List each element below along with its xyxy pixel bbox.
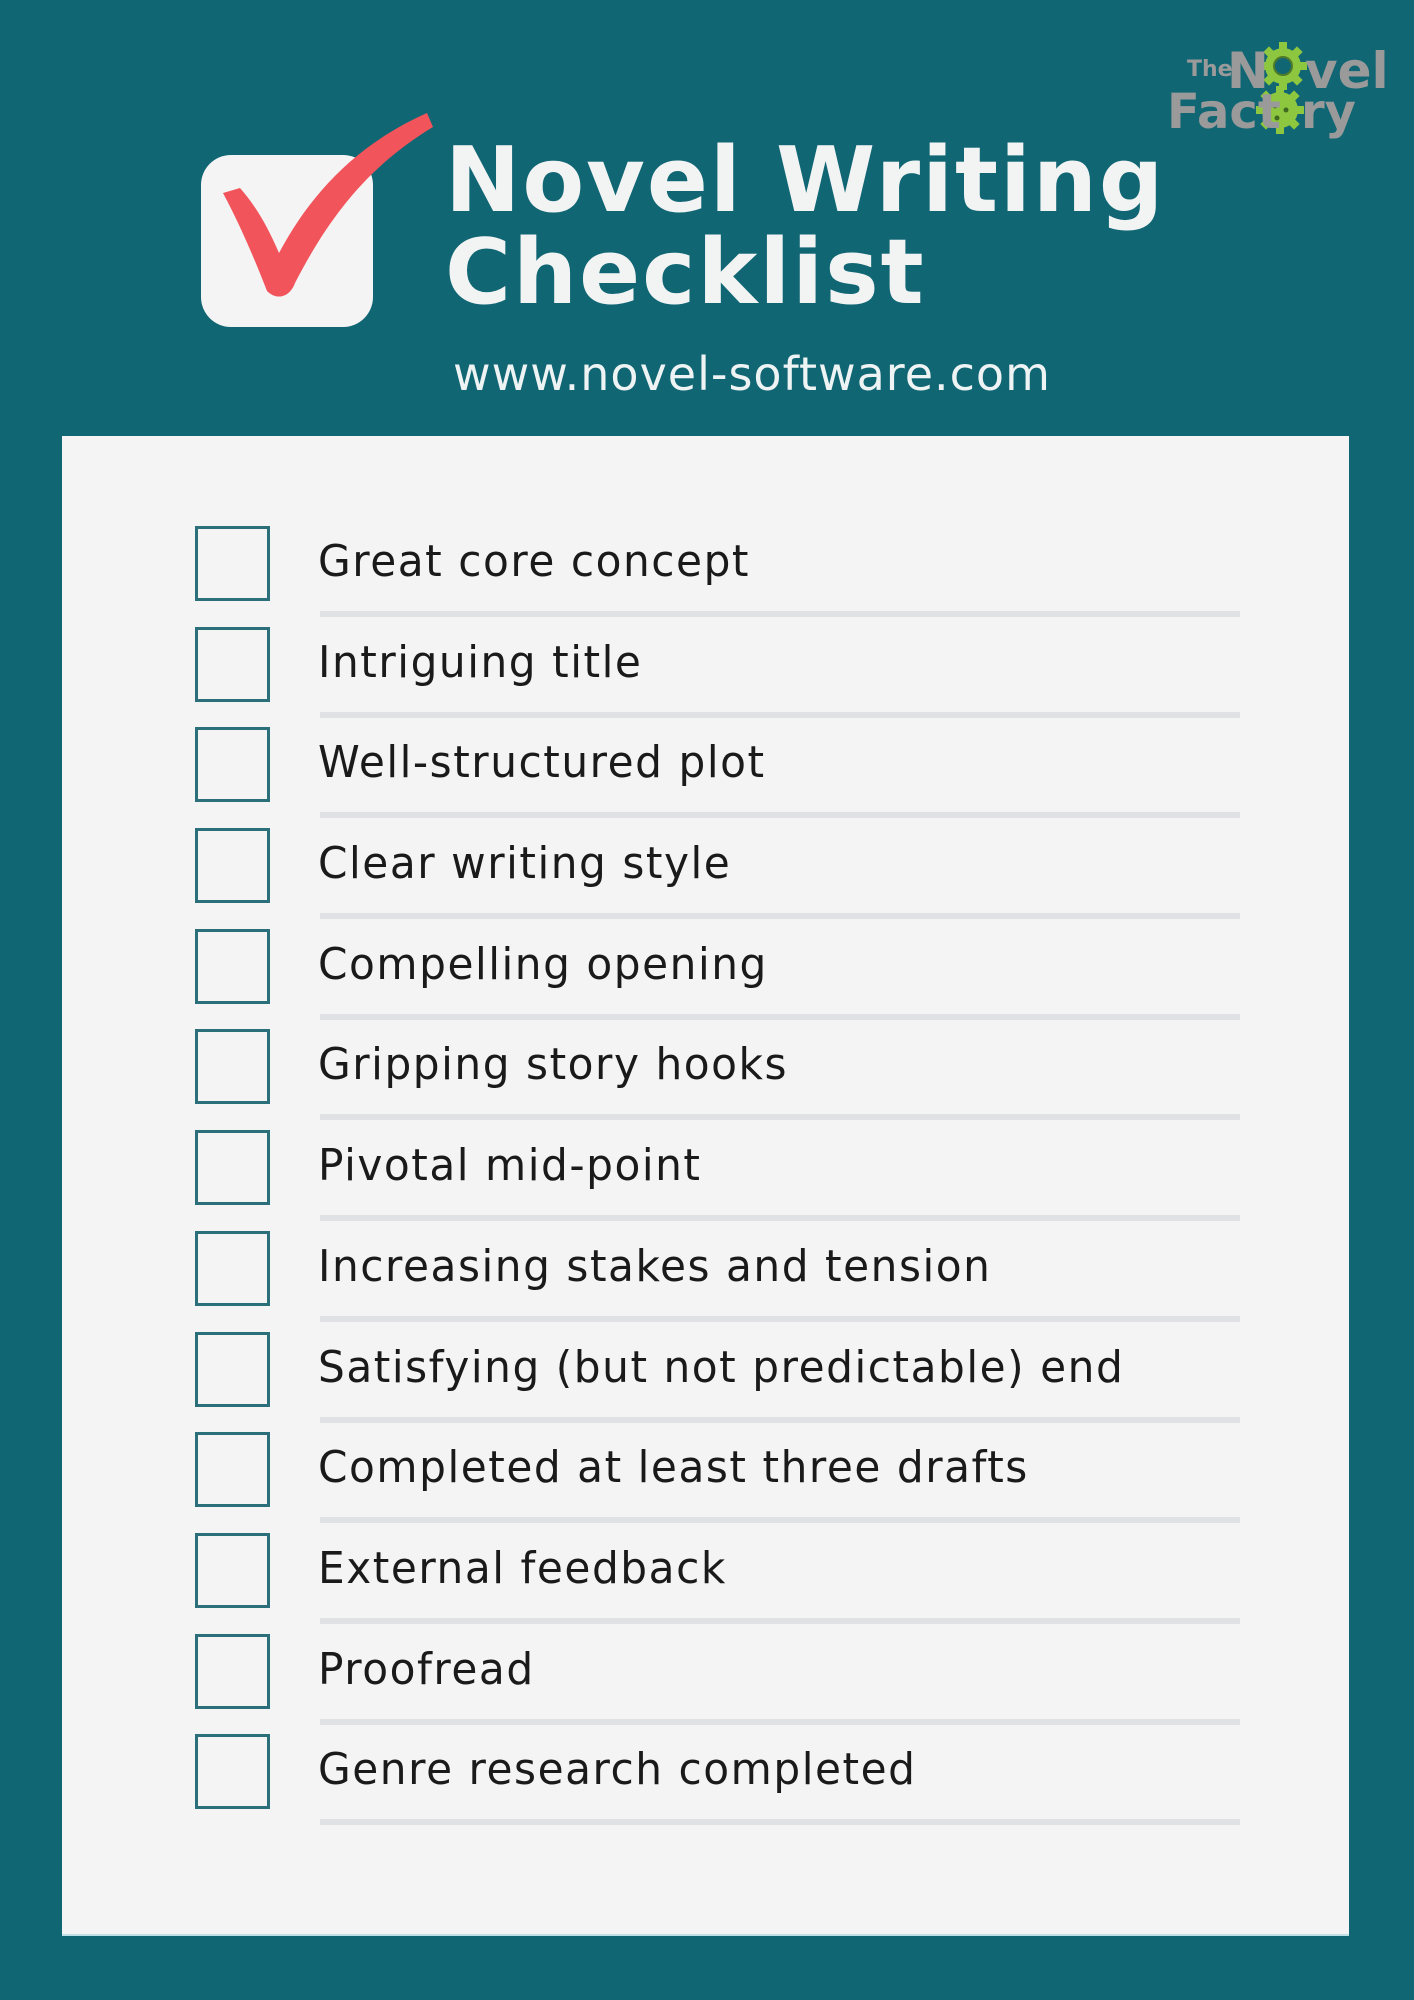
logo-the: The xyxy=(1187,57,1233,82)
divider xyxy=(320,711,1240,718)
divider xyxy=(320,1416,1240,1423)
checklist-item: Pivotal mid-point xyxy=(62,1130,1349,1231)
divider xyxy=(320,1517,1240,1524)
divider xyxy=(320,1114,1240,1121)
checkbox[interactable] xyxy=(195,1432,270,1508)
logo-graphic: The N vel Fact ry xyxy=(1167,42,1389,140)
checklist-item-label: Gripping story hooks xyxy=(318,1039,789,1091)
checklist-item-label: Satisfying (but not predictable) end xyxy=(318,1341,1125,1393)
checklist-item-label: Clear writing style xyxy=(318,838,732,890)
checklist-item-label: Genre research completed xyxy=(318,1744,917,1796)
checkbox[interactable] xyxy=(195,727,270,803)
checklist-item-label: Compelling opening xyxy=(318,938,768,990)
title-line-1: Novel Writing xyxy=(445,128,1166,233)
checklist-item-label: Increasing stakes and tension xyxy=(318,1240,992,1292)
divider xyxy=(320,611,1240,617)
checkbox[interactable] xyxy=(195,1331,270,1407)
checklist-item: Intriguing title xyxy=(62,626,1349,728)
page-title: Novel Writing Checklist xyxy=(445,135,1165,319)
website-url[interactable]: www.novel-software.com xyxy=(453,347,1051,401)
checkbox[interactable] xyxy=(195,1130,270,1206)
checkbox[interactable] xyxy=(195,626,270,702)
checkbox[interactable] xyxy=(195,1532,270,1608)
divider xyxy=(320,812,1240,819)
checkbox[interactable] xyxy=(195,1734,270,1810)
checklist-item: Great core concept xyxy=(62,526,1349,627)
divider xyxy=(320,1315,1240,1322)
checkbox[interactable] xyxy=(195,828,270,904)
checklist-item-label: Intriguing title xyxy=(318,636,643,688)
divider xyxy=(320,1215,1240,1222)
checklist-item-label: Completed at least three drafts xyxy=(318,1442,1029,1494)
checklist-item: Completed at least three drafts xyxy=(62,1432,1349,1533)
checklist-item: Compelling opening xyxy=(62,928,1349,1030)
checklist-item-label: Well-structured plot xyxy=(318,737,766,789)
divider xyxy=(320,1617,1240,1624)
checklist-item: Increasing stakes and tension xyxy=(62,1230,1349,1332)
checklist-item: Well-structured plot xyxy=(62,727,1349,828)
logo-fact: Fact xyxy=(1167,84,1281,140)
checklist-item-label: External feedback xyxy=(318,1542,727,1594)
checkbox[interactable] xyxy=(195,526,270,601)
divider xyxy=(320,1819,1240,1826)
checklist-item: Clear writing style xyxy=(62,828,1349,929)
checkbox[interactable] xyxy=(195,928,270,1004)
the-novel-factory-logo: The N vel Fact ry xyxy=(1165,30,1389,140)
checklist-item-label: Great core concept xyxy=(318,536,751,587)
checklist-item: Satisfying (but not predictable) end xyxy=(62,1331,1349,1433)
checklist-item: Genre research completed xyxy=(62,1734,1349,1835)
title-line-2: Checklist xyxy=(445,220,926,325)
checkbox[interactable] xyxy=(195,1230,270,1306)
divider xyxy=(320,1718,1240,1725)
checklist-item-label: Proofread xyxy=(318,1643,535,1695)
divider xyxy=(320,913,1240,920)
logo-ry: ry xyxy=(1301,84,1356,140)
divider xyxy=(320,1013,1240,1020)
checkbox[interactable] xyxy=(195,1029,270,1105)
checklist-item: Gripping story hooks xyxy=(62,1029,1349,1130)
checklist-item-label: Pivotal mid-point xyxy=(318,1140,702,1192)
checklist-item: Proofread xyxy=(62,1633,1349,1735)
checklist: Great core concept Intriguing title Well… xyxy=(62,526,1349,1835)
checklist-card: Great core concept Intriguing title Well… xyxy=(62,436,1349,1936)
checkbox-checked-icon xyxy=(195,105,435,345)
checkbox[interactable] xyxy=(195,1633,270,1709)
checklist-item: External feedback xyxy=(62,1532,1349,1634)
